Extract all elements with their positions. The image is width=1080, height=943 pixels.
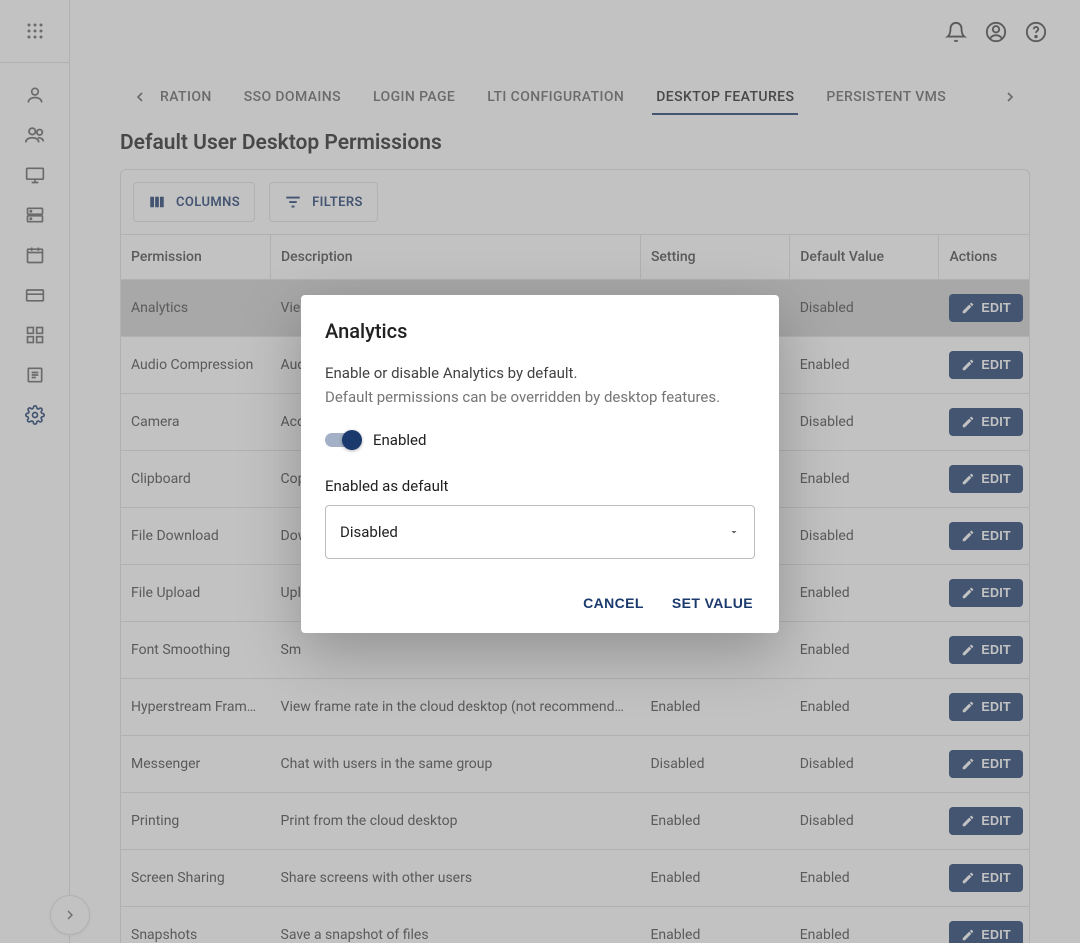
modal-actions: CANCEL SET VALUE [325, 589, 755, 617]
modal-description: Enable or disable Analytics by default. [325, 361, 755, 385]
cancel-button[interactable]: CANCEL [581, 589, 646, 617]
modal-overlay[interactable]: Analytics Enable or disable Analytics by… [0, 0, 1080, 943]
default-field-label: Enabled as default [325, 477, 755, 495]
enabled-toggle[interactable] [325, 433, 359, 447]
toggle-row: Enabled [325, 431, 755, 449]
set-value-button[interactable]: SET VALUE [670, 589, 755, 617]
default-select[interactable]: Disabled [325, 505, 755, 559]
analytics-modal: Analytics Enable or disable Analytics by… [301, 295, 779, 633]
modal-title: Analytics [325, 319, 755, 343]
modal-subtext: Default permissions can be overridden by… [325, 385, 755, 409]
toggle-knob [342, 430, 362, 450]
caret-down-icon [728, 526, 740, 538]
toggle-label: Enabled [373, 431, 426, 449]
select-value: Disabled [340, 523, 398, 541]
